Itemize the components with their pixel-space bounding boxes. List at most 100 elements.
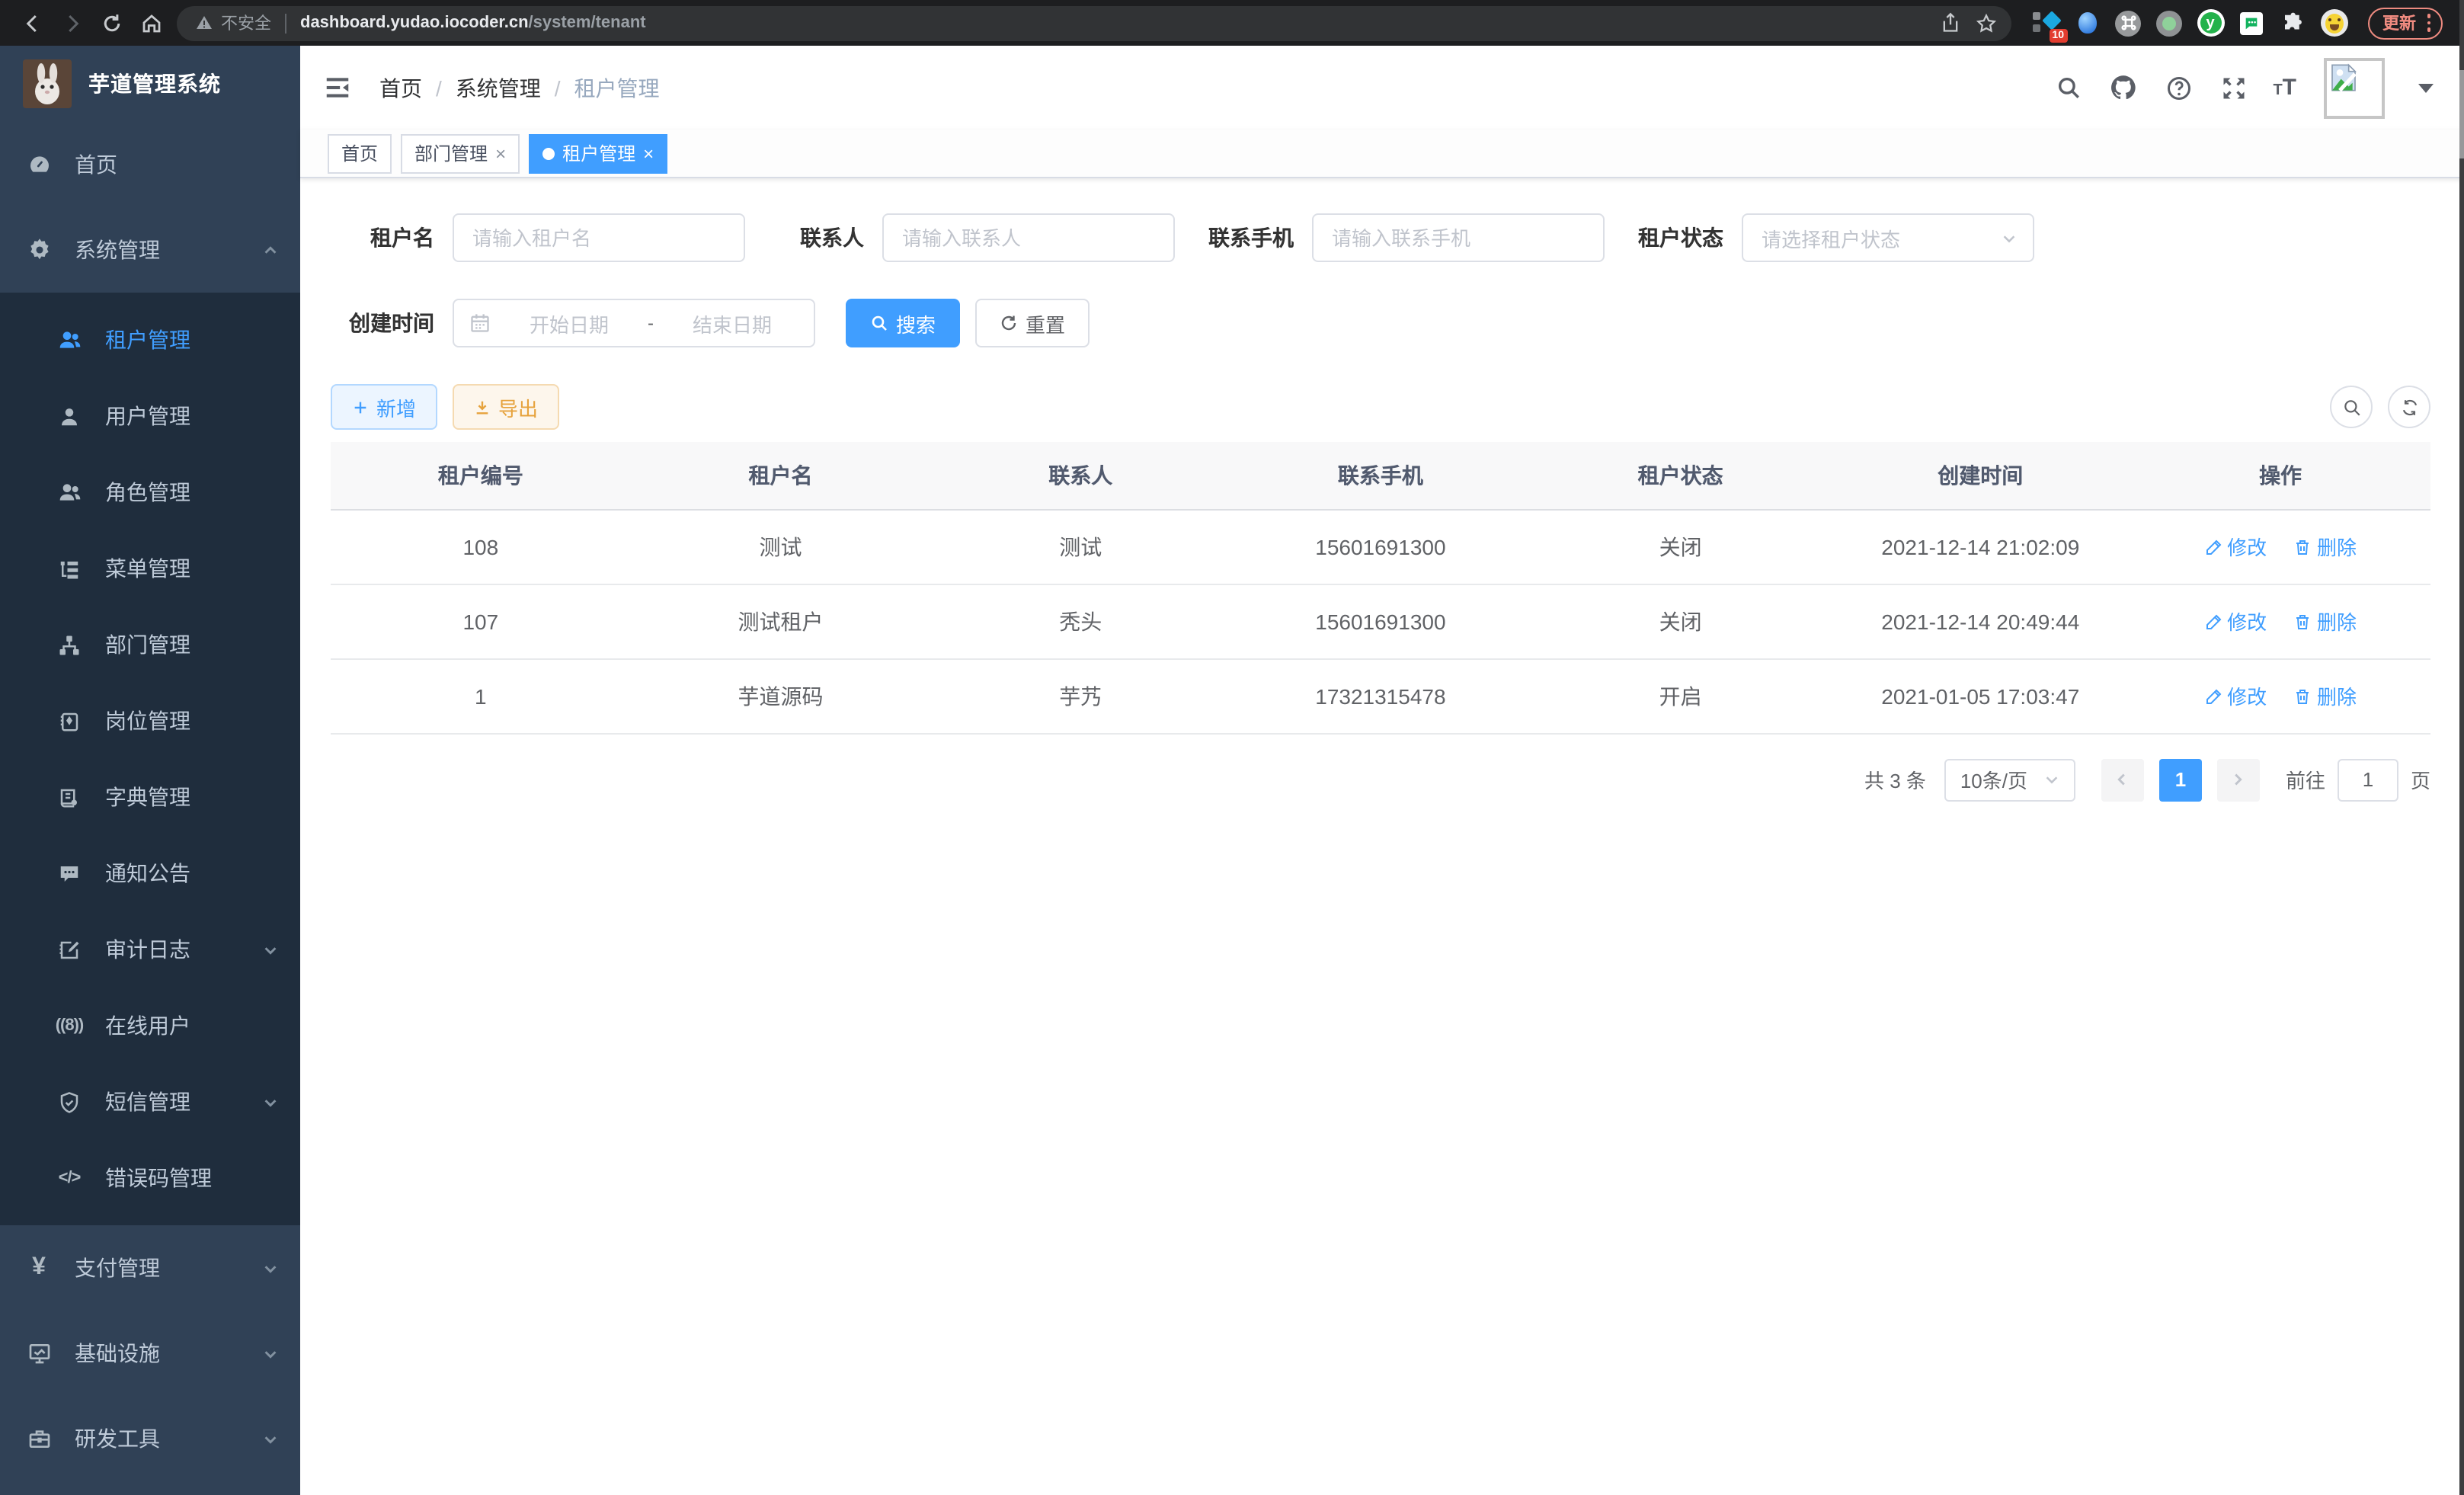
header-search-icon[interactable]	[2053, 72, 2084, 103]
sidebar-item-role[interactable]: 角色管理	[0, 454, 300, 530]
prev-page-button[interactable]	[2101, 758, 2144, 801]
sidebar-item-error-code[interactable]: </> 错误码管理	[0, 1140, 300, 1216]
sidebar-item-label: 部门管理	[105, 629, 190, 660]
sidebar-item-home[interactable]: 首页	[0, 122, 300, 207]
refresh-icon	[2399, 397, 2419, 417]
sidebar-item-label: 字典管理	[105, 782, 190, 812]
status-select[interactable]: 请选择租户状态	[1742, 213, 2034, 262]
sidebar-item-label: 研发工具	[75, 1423, 160, 1454]
sidebar-item-user[interactable]: 用户管理	[0, 378, 300, 454]
sidebar-item-label: 错误码管理	[105, 1163, 212, 1193]
sidebar-item-online-users[interactable]: ((8)) 在线用户	[0, 988, 300, 1064]
sidebar-item-system[interactable]: 系统管理	[0, 207, 300, 293]
sidebar-logo-row[interactable]: 芋道管理系统	[0, 46, 300, 122]
sidebar-item-label: 菜单管理	[105, 553, 190, 584]
cell-actions: 修改 删除	[2130, 658, 2430, 733]
next-page-button[interactable]	[2217, 758, 2260, 801]
edit-link[interactable]: 修改	[2204, 532, 2267, 561]
sidebar-item-post[interactable]: 岗位管理	[0, 683, 300, 759]
tab-dept[interactable]: 部门管理 ×	[401, 133, 520, 173]
extensions-puzzle-icon[interactable]	[2279, 9, 2306, 37]
browser-reload-icon[interactable]	[91, 3, 131, 43]
breadcrumb-system[interactable]: 系统管理	[456, 72, 541, 103]
browser-update-button[interactable]: 更新	[2367, 7, 2443, 39]
profile-avatar-icon[interactable]	[2320, 9, 2347, 37]
extension-command-icon[interactable]	[2114, 9, 2142, 37]
github-icon[interactable]	[2108, 72, 2139, 103]
sidebar-item-sms[interactable]: 短信管理	[0, 1064, 300, 1140]
browser-back-icon[interactable]	[12, 3, 52, 43]
url[interactable]: dashboard.yudao.iocoder.cn/system/tenant	[300, 14, 646, 32]
extension-balloon-icon[interactable]	[2073, 9, 2101, 37]
close-icon[interactable]: ×	[495, 144, 506, 162]
sidebar-item-dev-tools[interactable]: 研发工具	[0, 1396, 300, 1481]
scrollbar-thumb[interactable]	[2459, 70, 2464, 158]
page-content: 租户名 联系人 联系手机 租户状态 请选择租户状态	[300, 178, 2464, 1495]
col-header-status: 租户状态	[1531, 442, 1831, 509]
breadcrumb-home[interactable]: 首页	[379, 72, 422, 103]
share-icon[interactable]	[1931, 5, 1968, 40]
people-icon	[56, 479, 82, 505]
sidebar-collapse-icon[interactable]	[320, 71, 354, 104]
sidebar-item-pay[interactable]: ¥ 支付管理	[0, 1225, 300, 1311]
avatar[interactable]	[2324, 57, 2385, 118]
fullscreen-icon[interactable]	[2218, 72, 2248, 103]
tab-label: 租户管理	[562, 140, 635, 166]
extension-chat-icon[interactable]	[2238, 9, 2265, 37]
extension-recorder-icon[interactable]	[2155, 9, 2183, 37]
sidebar-item-dict[interactable]: 字典管理	[0, 759, 300, 835]
toggle-search-button[interactable]	[2330, 386, 2373, 428]
delete-link[interactable]: 删除	[2294, 681, 2357, 710]
extension-tabs-icon[interactable]: 10	[2032, 9, 2059, 37]
plus-icon	[352, 399, 369, 415]
table-toolbar-right	[2330, 386, 2430, 428]
edit-icon	[2204, 687, 2222, 705]
mobile-input[interactable]	[1312, 213, 1605, 262]
browser-menu-icon[interactable]	[2427, 14, 2430, 32]
delete-link[interactable]: 删除	[2294, 607, 2357, 635]
tenant-name-input[interactable]	[453, 213, 745, 262]
sidebar-item-dept[interactable]: 部门管理	[0, 607, 300, 683]
trash-icon	[2294, 612, 2312, 630]
tab-home[interactable]: 首页	[328, 133, 392, 173]
security-label[interactable]: 不安全	[221, 11, 271, 35]
sidebar-item-tenant[interactable]: 租户管理	[0, 302, 300, 378]
sidebar-item-audit-log[interactable]: 审计日志	[0, 911, 300, 988]
id-badge-icon	[56, 708, 82, 734]
search-button[interactable]: 搜索	[846, 299, 960, 347]
page-size-select[interactable]: 10条/页	[1944, 758, 2075, 801]
close-icon[interactable]: ×	[643, 144, 654, 162]
address-bar[interactable]: 不安全 dashboard.yudao.iocoder.cn/system/te…	[177, 5, 2011, 40]
cell-id: 108	[331, 509, 631, 584]
breadcrumb-current: 租户管理	[574, 72, 660, 103]
export-button[interactable]: 导出	[453, 384, 559, 430]
sidebar-item-menu[interactable]: 菜单管理	[0, 530, 300, 607]
goto-page-input[interactable]	[2338, 758, 2398, 801]
contact-input[interactable]	[882, 213, 1175, 262]
sidebar-item-label: 用户管理	[105, 401, 190, 431]
sidebar-item-notice[interactable]: 通知公告	[0, 835, 300, 911]
avatar-caret-icon[interactable]	[2418, 83, 2434, 92]
page-number-1[interactable]: 1	[2159, 758, 2202, 801]
edit-link[interactable]: 修改	[2204, 607, 2267, 635]
table-header-row: 租户编号 租户名 联系人 联系手机 租户状态 创建时间 操作	[331, 442, 2430, 509]
extension-y-icon[interactable]: y	[2197, 9, 2224, 37]
bookmark-star-icon[interactable]	[1968, 5, 2005, 40]
browser-home-icon[interactable]	[131, 3, 171, 43]
add-button[interactable]: 新增	[331, 384, 437, 430]
scrollbar[interactable]	[2459, 0, 2464, 1495]
reset-button[interactable]: 重置	[975, 299, 1090, 347]
font-size-icon[interactable]: TT	[2273, 76, 2296, 99]
main-area: 首页 / 系统管理 / 租户管理	[300, 46, 2464, 1495]
sidebar-item-label: 岗位管理	[105, 706, 190, 736]
date-range-picker[interactable]: 开始日期 - 结束日期	[453, 299, 815, 347]
help-icon[interactable]	[2163, 72, 2194, 103]
refresh-table-button[interactable]	[2388, 386, 2430, 428]
sidebar-item-label: 角色管理	[105, 477, 190, 507]
edit-link[interactable]: 修改	[2204, 681, 2267, 710]
delete-link[interactable]: 删除	[2294, 532, 2357, 561]
chevron-down-icon	[2043, 771, 2059, 788]
tab-tenant[interactable]: 租户管理 ×	[529, 133, 667, 173]
sidebar-item-infra[interactable]: 基础设施	[0, 1311, 300, 1396]
browser-forward-icon[interactable]	[52, 3, 91, 43]
